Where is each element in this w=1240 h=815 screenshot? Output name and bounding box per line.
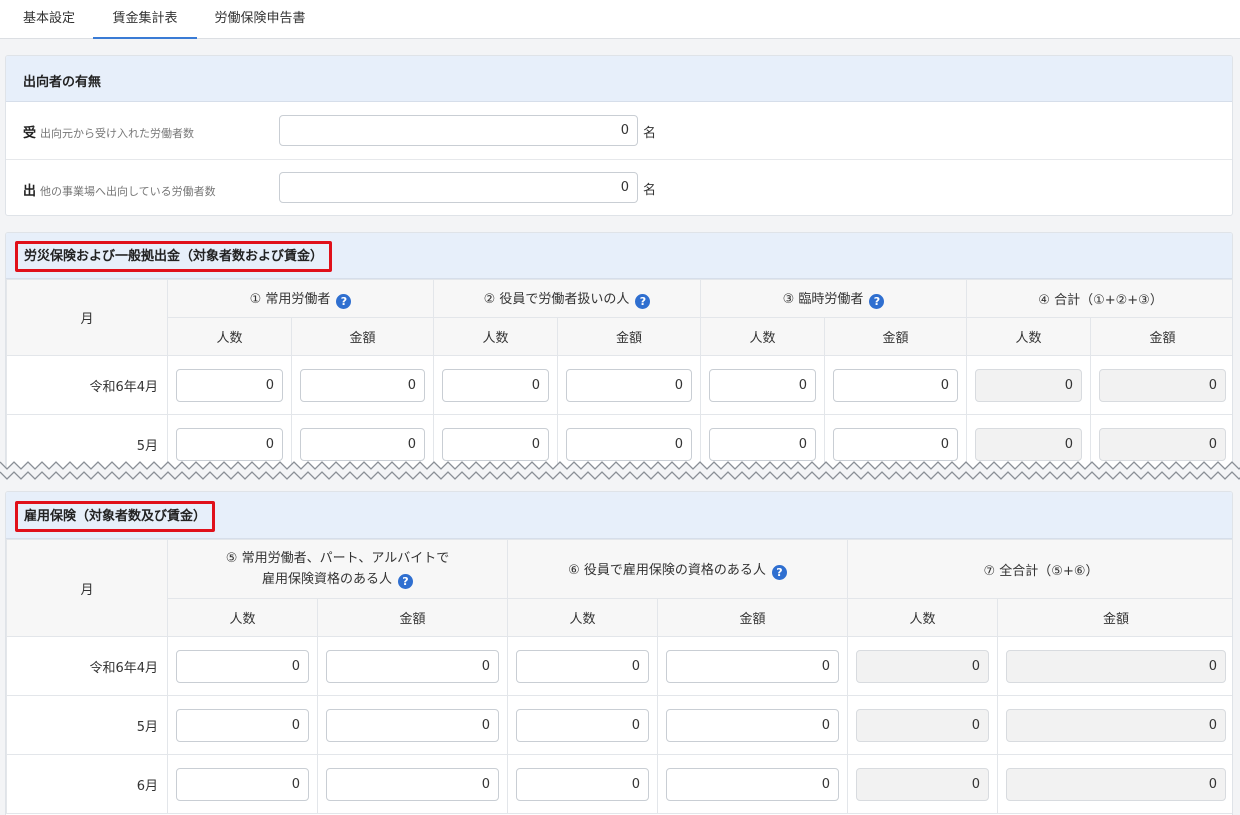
count-total-field: 0 <box>975 427 1083 461</box>
secondment-row-received: 受出向元から受け入れた労働者数 0 名 <box>6 102 1232 159</box>
table-row: 令和6年4月 0 0 0 0 0 0 <box>6 636 1232 696</box>
koyou-header: 雇用保険（対象者数及び賃金） <box>6 492 1232 539</box>
rousai-card: 労災保険および一般拠出金（対象者数および賃金） 月 ① 常用労働者? ② 役員で… <box>5 232 1233 472</box>
amount-input[interactable]: 0 <box>566 368 693 402</box>
col-amount: 金額 <box>290 317 435 356</box>
count-input[interactable]: 0 <box>516 708 649 742</box>
tab-labor-insurance-report[interactable]: 労働保険申告書 <box>200 0 320 39</box>
amount-input[interactable]: 0 <box>833 368 959 402</box>
col-count: 人数 <box>507 598 658 637</box>
tab-bar: 基本設定 賃金集計表 労働保険申告書 <box>0 0 1240 39</box>
count-input[interactable]: 0 <box>176 708 309 742</box>
secondment-title: 出向者の有無 <box>23 75 102 90</box>
count-input[interactable]: 0 <box>709 368 817 402</box>
rousai-table: 月 ① 常用労働者? ② 役員で労働者扱いの人? ③ 臨時労働者? ④ 合計（①… <box>6 279 1232 471</box>
amount-input[interactable]: 0 <box>326 649 499 683</box>
count-total-field: 0 <box>856 708 990 742</box>
question-circle-icon[interactable]: ? <box>635 294 651 309</box>
col-amount: 金額 <box>656 598 849 637</box>
received-workers-input[interactable]: 0 <box>279 115 638 146</box>
month-label: 令和6年4月 <box>6 355 168 415</box>
count-input[interactable]: 0 <box>709 427 817 461</box>
col-amount: 金額 <box>557 317 702 356</box>
koyou-group-5: ⑤ 常用労働者、パート、アルバイトで 雇用保険資格のある人? <box>167 539 508 599</box>
received-unit: 名 <box>643 126 657 141</box>
col-amount: 金額 <box>997 598 1232 637</box>
count-input[interactable]: 0 <box>176 368 283 402</box>
table-row: 5月 0 0 0 0 0 0 <box>6 695 1232 755</box>
koyou-month-header: 月 <box>6 539 168 637</box>
table-row: 6月 0 0 0 0 0 0 <box>6 754 1232 814</box>
amount-total-field: 0 <box>1006 708 1227 742</box>
tab-basic-settings[interactable]: 基本設定 <box>10 0 88 39</box>
sent-label: 他の事業場へ出向している労働者数 <box>40 185 216 198</box>
col-count: 人数 <box>847 598 999 637</box>
count-input[interactable]: 0 <box>442 427 550 461</box>
amount-input[interactable]: 0 <box>326 708 499 742</box>
amount-input[interactable]: 0 <box>300 427 426 461</box>
table-row: 令和6年4月 0 0 0 0 0 0 0 0 <box>6 355 1232 415</box>
koyou-card: 雇用保険（対象者数及び賃金） 月 ⑤ 常用労働者、パート、アルバイトで 雇用保険… <box>5 491 1233 815</box>
tab-wage-summary[interactable]: 賃金集計表 <box>93 0 197 39</box>
received-mark: 受 <box>23 126 37 141</box>
amount-input[interactable]: 0 <box>326 767 499 801</box>
count-input[interactable]: 0 <box>516 649 649 683</box>
received-label: 出向元から受け入れた労働者数 <box>40 127 195 140</box>
amount-input[interactable]: 0 <box>666 708 840 742</box>
col-amount: 金額 <box>824 317 968 356</box>
rousai-title: 労災保険および一般拠出金（対象者数および賃金） <box>15 241 333 272</box>
rousai-group-4: ④ 合計（①+②+③） <box>966 279 1232 318</box>
sent-unit: 名 <box>643 183 657 198</box>
koyou-group-7: ⑦ 全合計（⑤+⑥） <box>847 539 1232 599</box>
count-input[interactable]: 0 <box>176 767 309 801</box>
count-total-field: 0 <box>856 767 990 801</box>
count-input[interactable]: 0 <box>442 368 550 402</box>
month-label: 令和6年4月 <box>6 636 168 696</box>
col-count: 人数 <box>700 317 826 356</box>
koyou-table: 月 ⑤ 常用労働者、パート、アルバイトで 雇用保険資格のある人? ⑥ 役員で雇用… <box>6 539 1232 814</box>
amount-input[interactable]: 0 <box>666 767 840 801</box>
amount-input[interactable]: 0 <box>300 368 426 402</box>
secondment-card: 出向者の有無 受出向元から受け入れた労働者数 0 名 出他の事業場へ出向している… <box>5 55 1233 216</box>
secondment-header: 出向者の有無 <box>6 56 1232 102</box>
koyou-group-6: ⑥ 役員で雇用保険の資格のある人? <box>506 539 849 599</box>
count-input[interactable]: 0 <box>176 649 309 683</box>
amount-total-field: 0 <box>1006 649 1227 683</box>
rousai-group-1: ① 常用労働者? <box>166 279 435 318</box>
month-label: 6月 <box>6 754 168 814</box>
amount-total-field: 0 <box>1099 368 1227 402</box>
count-total-field: 0 <box>975 368 1083 402</box>
amount-total-field: 0 <box>1006 767 1227 801</box>
sent-mark: 出 <box>23 184 37 199</box>
count-total-field: 0 <box>856 649 990 683</box>
koyou-title: 雇用保険（対象者数及び賃金） <box>15 501 216 532</box>
sent-workers-input[interactable]: 0 <box>279 172 638 203</box>
col-amount: 金額 <box>1090 317 1232 356</box>
rousai-group-2: ② 役員で労働者扱いの人? <box>433 279 702 318</box>
col-count: 人数 <box>167 598 318 637</box>
col-count: 人数 <box>966 317 1092 356</box>
col-count: 人数 <box>167 317 292 356</box>
count-input[interactable]: 0 <box>516 767 649 801</box>
month-label: 5月 <box>6 695 168 755</box>
section-break-zigzag <box>0 461 1240 480</box>
question-circle-icon[interactable]: ? <box>336 294 352 309</box>
secondment-row-sent: 出他の事業場へ出向している労働者数 0 名 <box>6 159 1232 215</box>
question-circle-icon[interactable]: ? <box>771 564 787 580</box>
amount-input[interactable]: 0 <box>833 427 959 461</box>
question-circle-icon[interactable]: ? <box>398 574 413 589</box>
rousai-header: 労災保険および一般拠出金（対象者数および賃金） <box>6 233 1232 279</box>
rousai-group-3: ③ 臨時労働者? <box>700 279 968 318</box>
amount-input[interactable]: 0 <box>666 649 840 683</box>
amount-total-field: 0 <box>1099 427 1227 461</box>
rousai-month-header: 月 <box>6 279 168 356</box>
amount-input[interactable]: 0 <box>566 427 693 461</box>
question-circle-icon[interactable]: ? <box>869 294 885 309</box>
count-input[interactable]: 0 <box>176 427 283 461</box>
col-count: 人数 <box>433 317 559 356</box>
col-amount: 金額 <box>317 598 508 637</box>
